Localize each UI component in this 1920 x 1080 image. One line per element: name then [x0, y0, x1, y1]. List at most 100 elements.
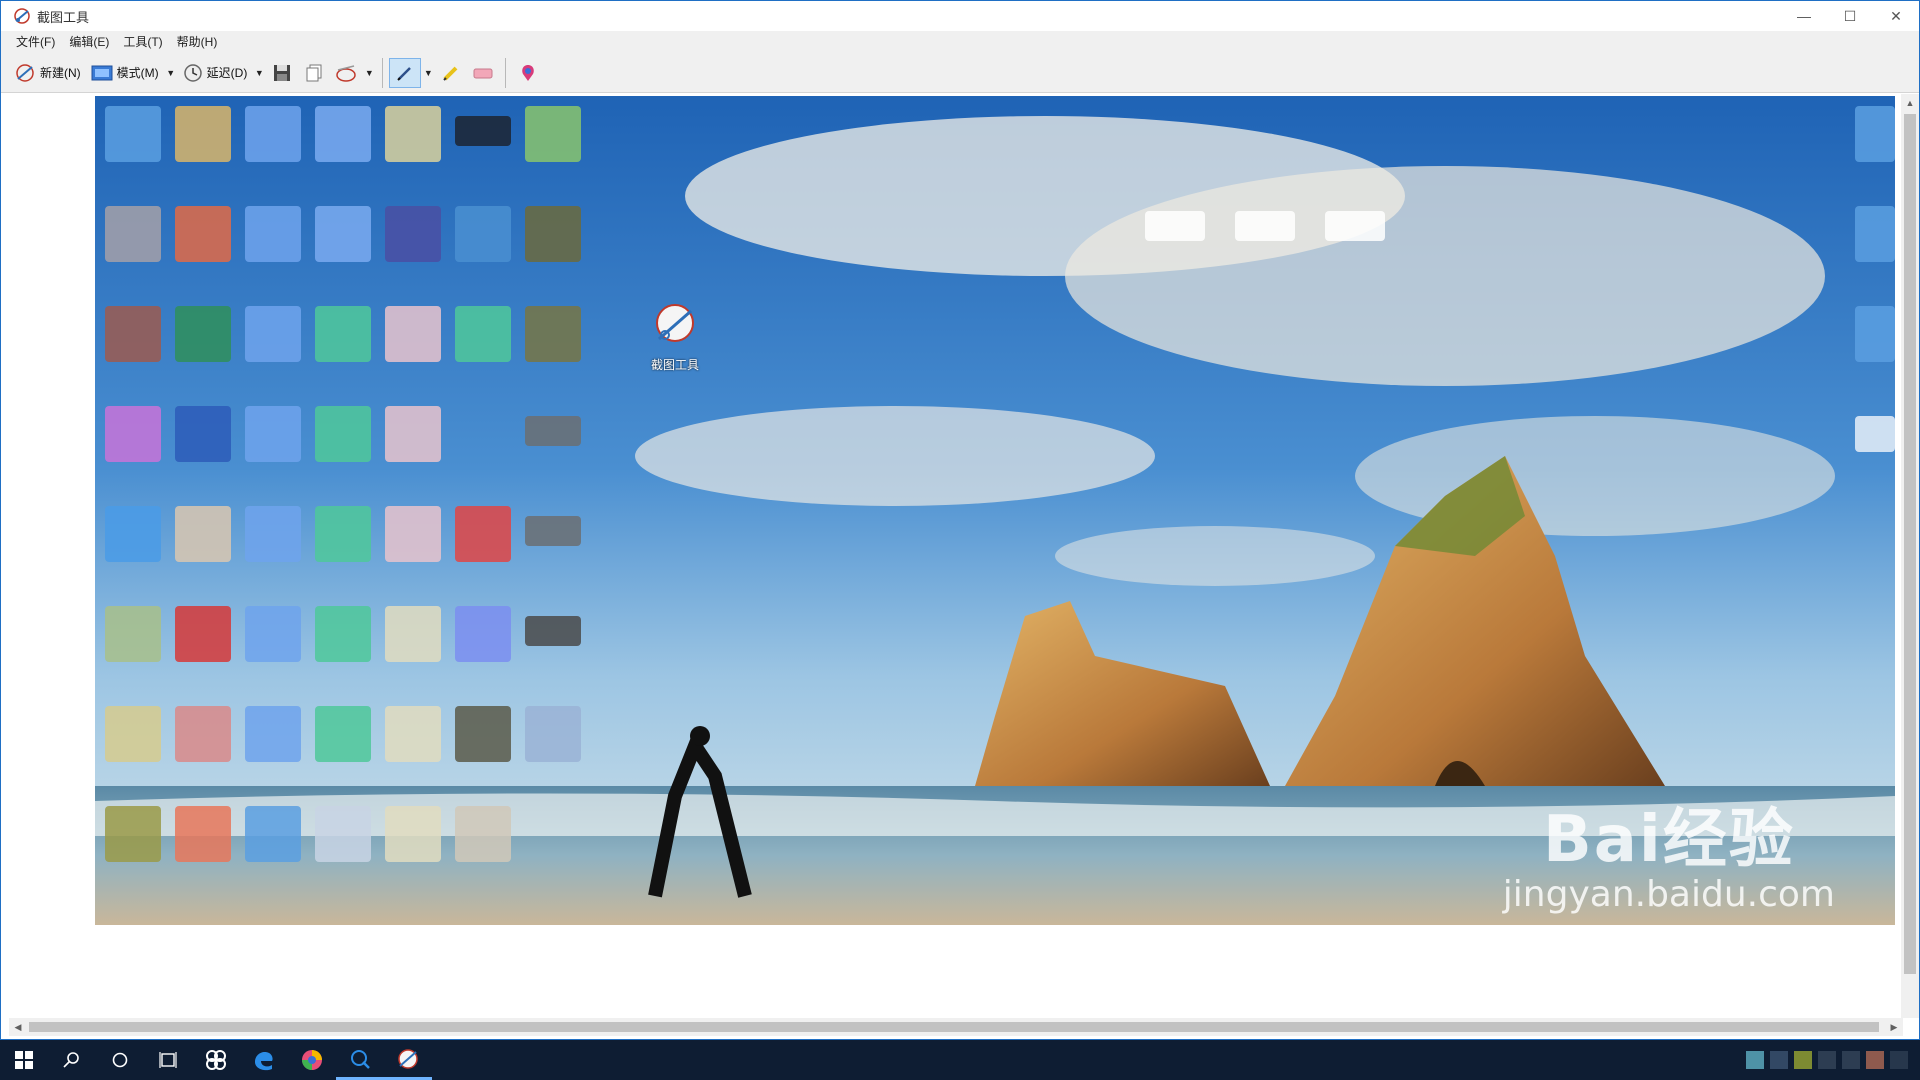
eraser-button[interactable] — [467, 58, 499, 88]
desktop-icon[interactable] — [105, 106, 161, 162]
save-button[interactable] — [266, 58, 298, 88]
menu-file[interactable]: 文件(F) — [9, 31, 62, 53]
taskbar-app-snip-sketch[interactable] — [336, 1040, 384, 1080]
desktop-icon[interactable] — [385, 406, 441, 462]
send-button[interactable] — [330, 58, 362, 88]
desktop-icon[interactable] — [315, 306, 371, 362]
title-bar[interactable]: 截图工具 — ☐ ✕ — [1, 1, 1919, 31]
desktop-icon[interactable] — [245, 806, 301, 862]
mode-dropdown-arrow[interactable]: ▼ — [164, 58, 178, 88]
scroll-up-icon[interactable]: ▲ — [1901, 94, 1919, 112]
desktop-icon[interactable] — [245, 206, 301, 262]
desktop-icon[interactable] — [455, 306, 511, 362]
desktop-icon[interactable] — [245, 706, 301, 762]
desktop-icon[interactable] — [1855, 416, 1895, 452]
desktop-icon[interactable] — [105, 306, 161, 362]
task-view-button[interactable] — [144, 1040, 192, 1080]
start-button[interactable] — [0, 1040, 48, 1080]
desktop-icon[interactable] — [455, 206, 511, 262]
desktop-icon[interactable] — [245, 606, 301, 662]
send-dropdown-arrow[interactable]: ▼ — [362, 58, 376, 88]
desktop-icon[interactable] — [455, 606, 511, 662]
desktop-icon[interactable] — [105, 206, 161, 262]
mode-button[interactable]: 模式(M) — [86, 58, 164, 88]
tray-icon[interactable] — [1842, 1051, 1860, 1069]
desktop-icon[interactable] — [245, 406, 301, 462]
desktop-icon[interactable] — [245, 306, 301, 362]
desktop-icon[interactable] — [525, 106, 581, 162]
desktop-icon[interactable] — [1855, 106, 1895, 162]
desktop-icon[interactable] — [1855, 206, 1895, 262]
scroll-left-icon[interactable]: ◀ — [9, 1018, 27, 1036]
horizontal-scroll-thumb[interactable] — [29, 1022, 1879, 1032]
minimize-button[interactable]: — — [1781, 1, 1827, 31]
desktop-icon[interactable] — [525, 206, 581, 262]
desktop-icon[interactable] — [1325, 211, 1385, 241]
desktop-icon[interactable] — [385, 306, 441, 362]
desktop-icon[interactable] — [175, 206, 231, 262]
desktop-icon[interactable] — [315, 606, 371, 662]
desktop-icon[interactable] — [525, 706, 581, 762]
taskbar-app-pinwheel[interactable] — [192, 1040, 240, 1080]
desktop-icon[interactable] — [105, 606, 161, 662]
snipping-tool-shortcut[interactable]: 截图工具 — [645, 301, 705, 373]
vertical-scroll-thumb[interactable] — [1904, 114, 1916, 974]
desktop-icon[interactable] — [525, 416, 581, 446]
desktop-icon[interactable] — [385, 106, 441, 162]
desktop-icon[interactable] — [105, 706, 161, 762]
tray-icon[interactable] — [1770, 1051, 1788, 1069]
pen-dropdown-arrow[interactable]: ▼ — [421, 58, 435, 88]
highlighter-button[interactable] — [435, 58, 467, 88]
horizontal-scrollbar[interactable]: ◀ ▶ — [9, 1018, 1903, 1036]
desktop-icon[interactable] — [245, 106, 301, 162]
desktop-icon[interactable] — [315, 806, 371, 862]
tray-icon[interactable] — [1818, 1051, 1836, 1069]
taskbar-app-browser[interactable] — [288, 1040, 336, 1080]
delay-button[interactable]: 延迟(D) — [178, 58, 253, 88]
tray-icon[interactable] — [1794, 1051, 1812, 1069]
new-snip-button[interactable]: 新建(N) — [9, 58, 86, 88]
desktop-icon[interactable] — [455, 706, 511, 762]
desktop-icon[interactable] — [385, 606, 441, 662]
paint3d-button[interactable] — [512, 58, 544, 88]
close-button[interactable]: ✕ — [1873, 1, 1919, 31]
desktop-icon[interactable] — [315, 406, 371, 462]
desktop-icon[interactable] — [175, 606, 231, 662]
desktop-icon[interactable] — [175, 406, 231, 462]
desktop-icon[interactable] — [175, 306, 231, 362]
desktop-icon[interactable] — [455, 806, 511, 862]
desktop-icon[interactable] — [1145, 211, 1205, 241]
tray-icon[interactable] — [1890, 1051, 1908, 1069]
desktop-icon[interactable] — [315, 506, 371, 562]
copy-button[interactable] — [298, 58, 330, 88]
taskbar-app-edge[interactable] — [240, 1040, 288, 1080]
menu-tools[interactable]: 工具(T) — [116, 31, 169, 53]
desktop-icon[interactable] — [315, 706, 371, 762]
desktop-icon[interactable] — [455, 116, 511, 146]
desktop-icon[interactable] — [315, 206, 371, 262]
desktop-icon[interactable] — [385, 806, 441, 862]
desktop-icon[interactable] — [1235, 211, 1295, 241]
desktop-icon[interactable] — [105, 806, 161, 862]
tray-icon[interactable] — [1746, 1051, 1764, 1069]
desktop-icon[interactable] — [385, 506, 441, 562]
desktop-icon[interactable] — [385, 706, 441, 762]
cortana-button[interactable] — [96, 1040, 144, 1080]
desktop-icon[interactable] — [245, 506, 301, 562]
desktop-icon[interactable] — [175, 106, 231, 162]
desktop-icon[interactable] — [1855, 306, 1895, 362]
desktop-icon[interactable] — [525, 616, 581, 646]
taskbar-app-snipping-tool[interactable] — [384, 1040, 432, 1080]
desktop-icon[interactable] — [455, 506, 511, 562]
pen-button[interactable] — [389, 57, 422, 88]
menu-help[interactable]: 帮助(H) — [170, 31, 225, 53]
desktop-icon[interactable] — [105, 406, 161, 462]
desktop-icon[interactable] — [315, 106, 371, 162]
desktop-icon[interactable] — [385, 206, 441, 262]
desktop-icon[interactable] — [105, 506, 161, 562]
menu-edit[interactable]: 编辑(E) — [62, 31, 116, 53]
desktop-icon[interactable] — [175, 506, 231, 562]
tray-icon[interactable] — [1866, 1051, 1884, 1069]
desktop-icon[interactable] — [175, 806, 231, 862]
maximize-button[interactable]: ☐ — [1827, 1, 1873, 31]
